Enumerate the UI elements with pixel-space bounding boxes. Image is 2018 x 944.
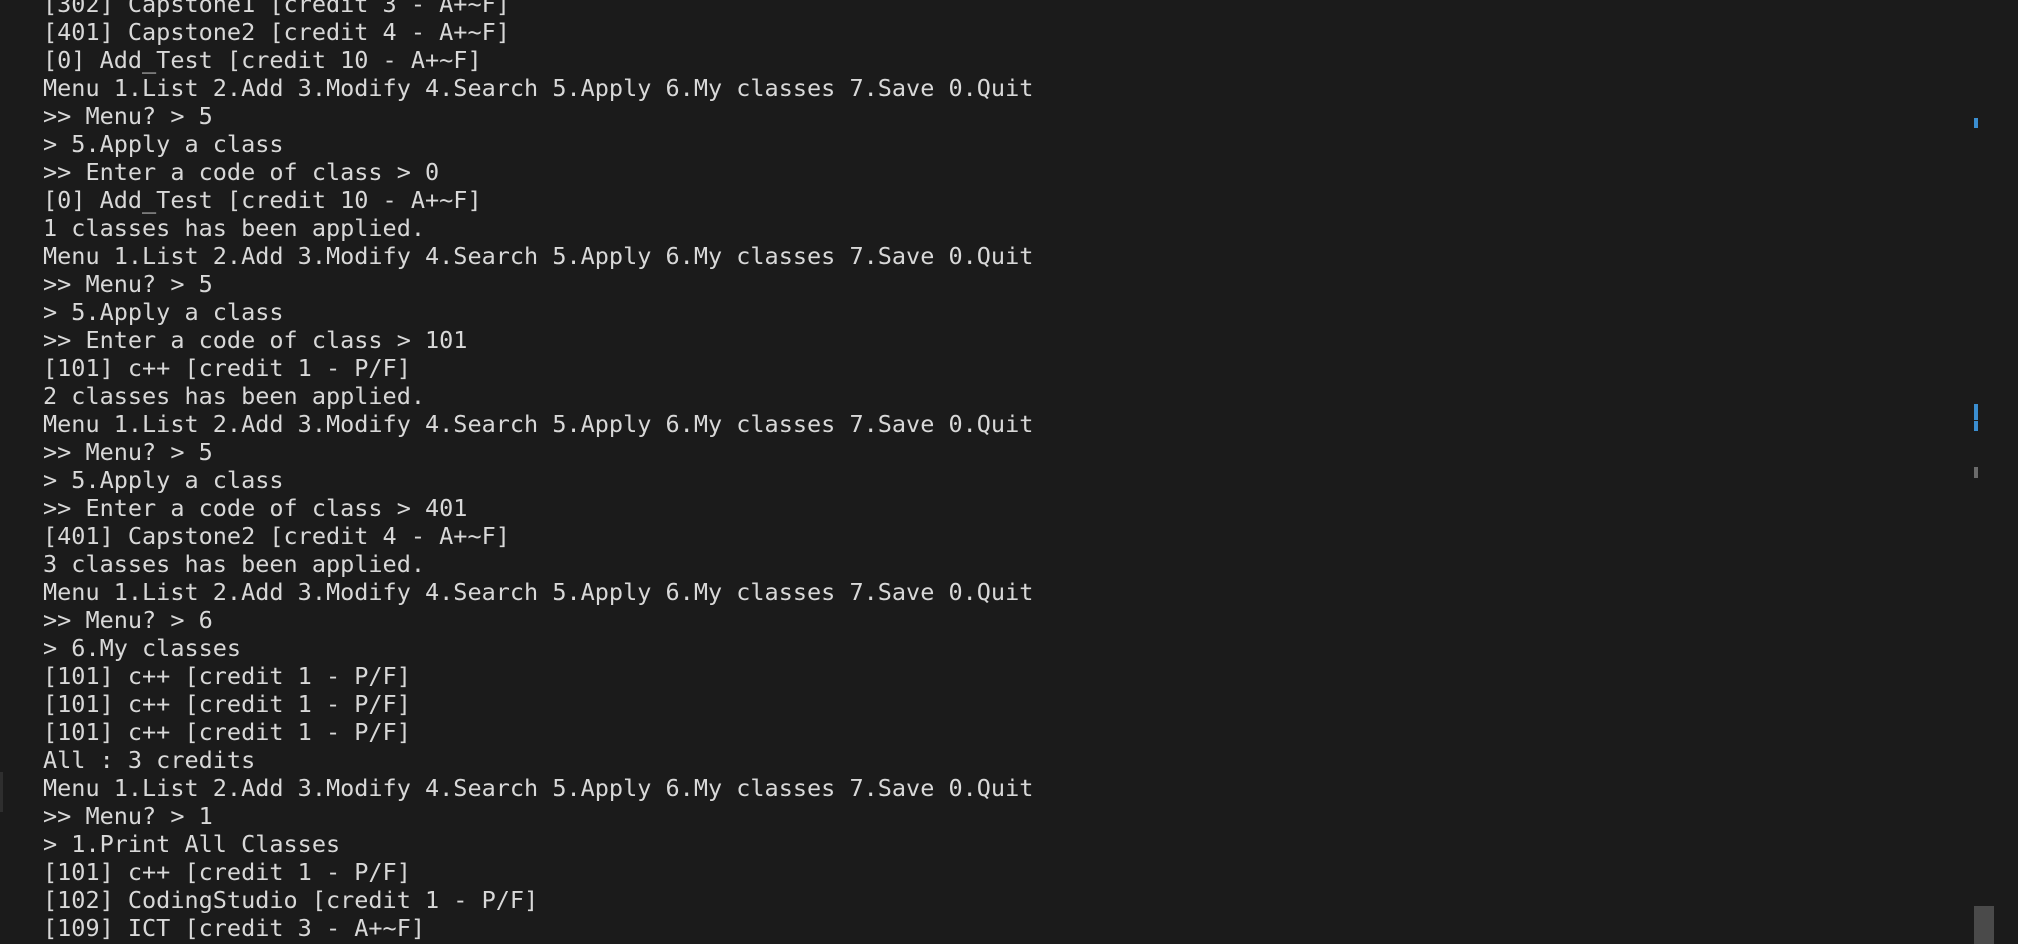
gutter-indicator — [0, 772, 3, 812]
overview-marker — [1974, 118, 1978, 128]
terminal-line: 2 classes has been applied. — [43, 382, 426, 410]
terminal-line: > 6.My classes — [43, 634, 242, 662]
terminal-line: 3 classes has been applied. — [43, 550, 426, 578]
terminal-line: [302] Capstone1 [credit 3 - A+~F] — [43, 0, 510, 18]
terminal-line: [101] c++ [credit 1 - P/F] — [43, 858, 411, 886]
terminal-line: Menu 1.List 2.Add 3.Modify 4.Search 5.Ap… — [43, 410, 1034, 438]
terminal-output: [302] Capstone1 [credit 3 - A+~F] [401] C… — [43, 0, 1033, 944]
terminal-line: > 5.Apply a class — [43, 130, 284, 158]
terminal-line: >> Menu? > 6 — [43, 606, 213, 634]
terminal-line: All : 3 credits — [43, 746, 256, 774]
terminal-line: [0] Add_Test [credit 10 - A+~F] — [43, 186, 482, 214]
terminal-line: >> Menu? > 5 — [43, 438, 213, 466]
terminal-line: > 5.Apply a class — [43, 298, 284, 326]
terminal-line: [102] CodingStudio [credit 1 - P/F] — [43, 886, 539, 914]
terminal-line: > 5.Apply a class — [43, 466, 284, 494]
terminal-line: >> Enter a code of class > 401 — [43, 494, 468, 522]
terminal-line: [401] Capstone2 [credit 4 - A+~F] — [43, 522, 510, 550]
terminal-line: >> Enter a code of class > 0 — [43, 158, 440, 186]
terminal-line: >> Menu? > 1 — [43, 802, 213, 830]
terminal-line: > 1.Print All Classes — [43, 830, 341, 858]
terminal-line: Menu 1.List 2.Add 3.Modify 4.Search 5.Ap… — [43, 74, 1034, 102]
terminal-line: Menu 1.List 2.Add 3.Modify 4.Search 5.Ap… — [43, 242, 1034, 270]
terminal-line: [101] c++ [credit 1 - P/F] — [43, 354, 411, 382]
terminal-line: [101] c++ [credit 1 - P/F] — [43, 662, 411, 690]
terminal-line: >> Menu? > 5 — [43, 270, 213, 298]
overview-marker — [1974, 421, 1978, 431]
terminal-line: >> Menu? > 5 — [43, 102, 213, 130]
terminal-line: Menu 1.List 2.Add 3.Modify 4.Search 5.Ap… — [43, 774, 1034, 802]
terminal-line: 1 classes has been applied. — [43, 214, 426, 242]
overview-marker — [1974, 404, 1978, 420]
overview-marker — [1974, 467, 1978, 478]
terminal-panel[interactable]: [302] Capstone1 [credit 3 - A+~F] [401] C… — [0, 0, 2018, 944]
terminal-line: Menu 1.List 2.Add 3.Modify 4.Search 5.Ap… — [43, 578, 1034, 606]
scrollbar-thumb[interactable] — [1974, 906, 1994, 944]
terminal-line: [101] c++ [credit 1 - P/F] — [43, 690, 411, 718]
overview-ruler[interactable] — [1972, 0, 1994, 944]
terminal-line: [0] Add_Test [credit 10 - A+~F] — [43, 46, 482, 74]
terminal-line: >> Enter a code of class > 101 — [43, 326, 468, 354]
terminal-line: [101] c++ [credit 1 - P/F] — [43, 718, 411, 746]
terminal-line: [401] Capstone2 [credit 4 - A+~F] — [43, 18, 510, 46]
terminal-line: [109] ICT [credit 3 - A+~F] — [43, 914, 426, 942]
